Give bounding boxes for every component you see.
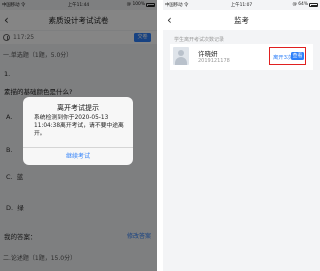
status-bar: 中国移动 令 上午11:07 @ 64% bbox=[163, 0, 320, 10]
student-id: 2019121178 bbox=[198, 58, 230, 64]
student-record-card: 许晓妍 2019121178 离开3次 查看 bbox=[170, 44, 313, 70]
leave-exam-dialog: 离开考试提示 系统检测到你于2020-05-13 11:04:38离开考试，请不… bbox=[23, 97, 133, 165]
nav-bar: ‹ 监考 bbox=[163, 10, 320, 30]
student-name: 许晓妍 bbox=[198, 50, 218, 58]
exam-screen: 中国移动 令 上午11:44 @ 100% ‹ 素质设计考试试卷 117:25 … bbox=[0, 0, 157, 271]
dialog-title: 离开考试提示 bbox=[57, 104, 99, 112]
battery-label: @ 64% bbox=[292, 2, 308, 7]
view-button[interactable]: 查看 bbox=[291, 51, 304, 60]
dialog-message: 系统检测到你于2020-05-13 11:04:38离开考试，请不要中途离开。 bbox=[34, 115, 124, 137]
continue-exam-button[interactable]: 继续考试 bbox=[23, 151, 133, 160]
avatar-body-shape bbox=[175, 57, 187, 65]
avatar bbox=[173, 47, 189, 65]
avatar-head-shape bbox=[178, 50, 184, 56]
battery-icon bbox=[309, 3, 318, 7]
proctor-screen: 中国移动 令 上午11:07 @ 64% ‹ 监考 学生离开考试次数记录 许晓妍… bbox=[163, 0, 320, 271]
page-title: 监考 bbox=[234, 16, 249, 25]
dialog-divider bbox=[23, 147, 133, 148]
leave-record-heading: 学生离开考试次数记录 bbox=[174, 37, 225, 43]
leave-count: 离开3次 bbox=[273, 55, 293, 61]
highlight-annotation-box: 离开3次 查看 bbox=[269, 47, 306, 65]
